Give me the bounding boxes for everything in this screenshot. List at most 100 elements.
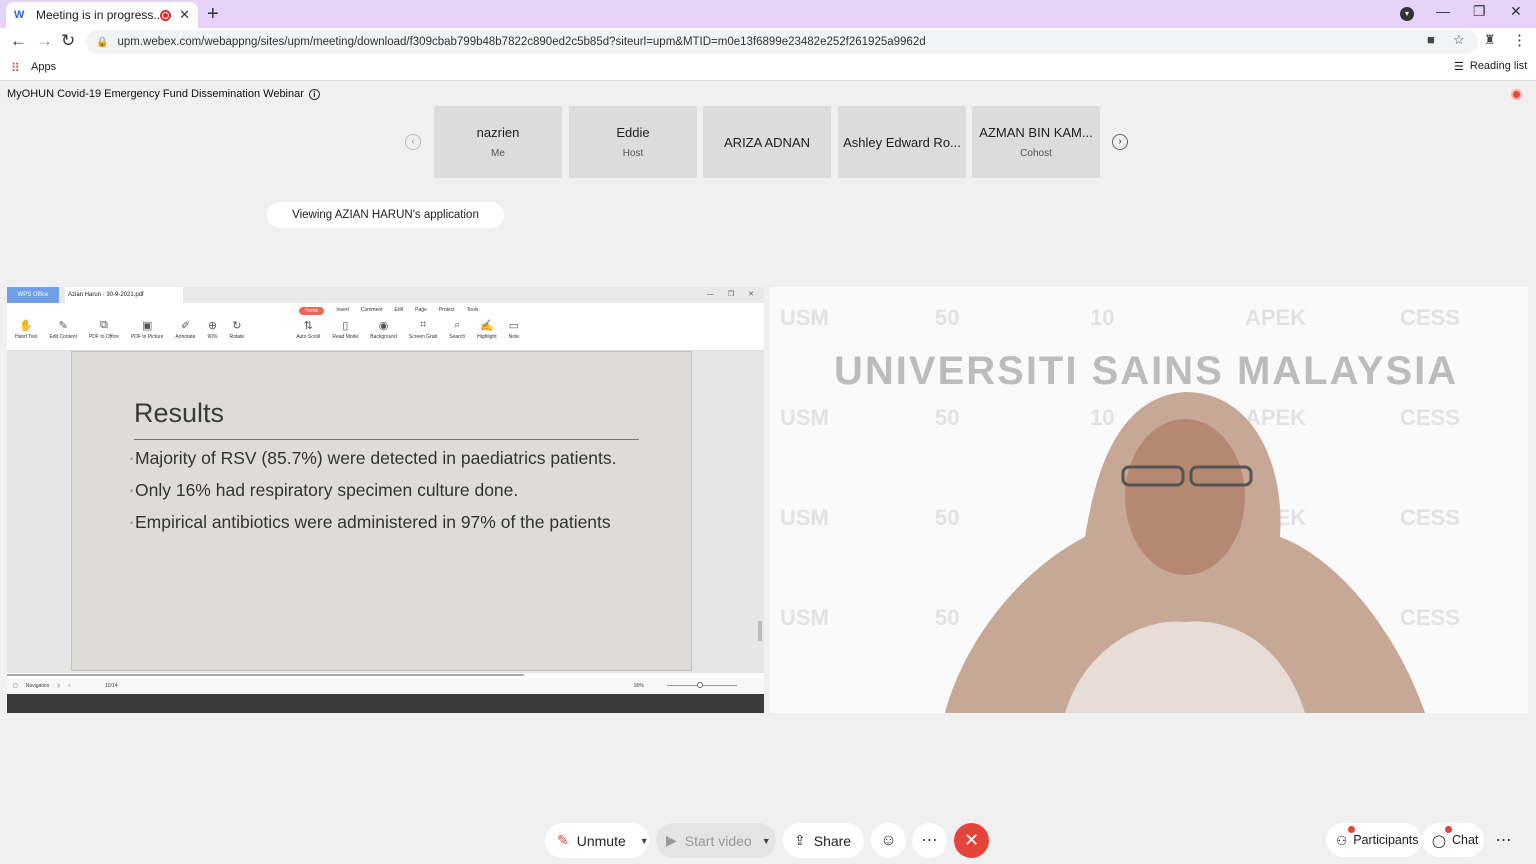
participant-name: AZMAN BIN KAM... [979, 125, 1093, 140]
participants-button[interactable]: ⚇ Participants [1326, 823, 1422, 857]
shared-screen-footer [7, 694, 764, 713]
tab-search-icon[interactable]: ▾ [1400, 7, 1414, 21]
wps-tool: ▣ PDF to Picture [131, 319, 164, 340]
bookmark-star-icon[interactable]: ☆ [1453, 32, 1465, 48]
wps-tool: ✐ Annotate [175, 319, 195, 340]
participant-tile[interactable]: nazrien Me [434, 106, 562, 178]
zoom-icon: ⊕ [207, 320, 218, 332]
pdf-page: Results • Majority of RSV (85.7%) were de… [71, 351, 692, 671]
share-icon: ⇪ [794, 832, 806, 848]
wps-tool: ↻ Rotate [229, 319, 244, 340]
apps-bookmark[interactable]: Apps [31, 61, 56, 73]
presenter-silhouette [945, 392, 1425, 713]
wps-tab-protect: Protect [438, 307, 455, 313]
wps-horizontal-scrollbar [7, 674, 524, 676]
share-button[interactable]: ⇪ Share [783, 823, 864, 858]
unmute-button[interactable]: ✎ Unmute ▼ [545, 823, 649, 858]
pdf-to-picture-icon: ▣ [141, 320, 153, 332]
participant-tile[interactable]: Eddie Host [569, 106, 697, 178]
wps-brand: WPS Office [7, 287, 59, 303]
reload-button[interactable]: ↻ [61, 31, 75, 51]
chat-button[interactable]: ◯ Chat [1422, 823, 1484, 857]
participant-tile[interactable]: AZMAN BIN KAM... Cohost [972, 106, 1100, 178]
backdrop-logo-row: USM 50 10 APEK CESS [780, 305, 1520, 331]
muted-microphone-icon: ✎ [557, 832, 569, 848]
presenter-video[interactable]: USM 50 10 APEK CESS UNIVERSITI SAINS MAL… [770, 287, 1528, 713]
slide-bullets: • Majority of RSV (85.7%) were detected i… [130, 446, 650, 542]
backdrop-logo: CESS [1400, 305, 1460, 330]
wps-tool-label: Note [508, 334, 520, 340]
video-camera-icon: ▶ [666, 832, 677, 848]
participant-name: Eddie [616, 125, 650, 140]
carousel-next-button[interactable]: › [1112, 134, 1128, 150]
shared-screen[interactable]: WPS Office Azian Harun - 30-9-2021.pdf —… [7, 287, 764, 713]
background-icon: ◉ [378, 320, 389, 332]
close-tab-icon[interactable]: ✕ [179, 7, 190, 23]
start-video-label: Start video [684, 832, 752, 849]
extension-icon[interactable]: ♜ [1484, 32, 1496, 48]
backdrop-logo: USM [780, 505, 829, 530]
chat-label: Chat [1452, 833, 1479, 847]
zoom-slider-knob [697, 682, 703, 688]
backdrop-logo: 50 [935, 305, 960, 330]
info-icon[interactable]: i [308, 88, 320, 100]
notification-dot [1348, 826, 1355, 833]
backdrop-logo: USM [780, 305, 829, 330]
chat-icon: ◯ [1432, 833, 1446, 848]
wps-tool-label: PDF to Picture [130, 334, 164, 340]
wps-statusbar: ▢ Navigation |‹ ‹ 10/14 90% [7, 678, 764, 694]
page-indicator: 10/14 [105, 683, 118, 689]
camera-icon[interactable]: ■ [1427, 32, 1435, 47]
chevron-down-icon[interactable]: ▼ [640, 836, 649, 846]
notification-icon[interactable] [1511, 89, 1522, 100]
participants-icon: ⚇ [1336, 833, 1348, 848]
recording-icon [160, 9, 172, 21]
wps-tool-label: Screen Grab [408, 334, 438, 340]
wps-tool-label: PDF to Office [88, 334, 119, 340]
wps-tool: ⧉ PDF to Office [89, 319, 119, 340]
wps-tool: ⌕ Search [449, 319, 465, 340]
leave-meeting-button[interactable]: ✕ [954, 823, 989, 858]
participant-tile[interactable]: Ashley Edward Ro... [838, 106, 966, 178]
slide-divider [134, 439, 639, 440]
address-bar[interactable]: 🔒 upm.webex.com/webappng/sites/upm/meeti… [86, 30, 1478, 54]
wps-tool: ✎ Edit Content [49, 319, 77, 340]
annotate-icon: ✐ [180, 320, 191, 332]
participant-role: Host [622, 148, 644, 159]
backdrop-logo: 10 [1090, 305, 1115, 330]
wps-tool-label: Read Mode [332, 334, 359, 340]
status-zoom: 90% [634, 683, 645, 689]
new-tab-button[interactable]: + [207, 3, 219, 26]
viewing-application-label: Viewing AZIAN HARUN's application [267, 202, 504, 228]
backdrop-logo: USM [780, 605, 829, 630]
reactions-button[interactable]: ☺ [871, 823, 906, 858]
slide-bullet: • Empirical antibiotics were administered… [130, 510, 650, 535]
carousel-prev-button[interactable]: ‹ [405, 134, 421, 150]
participant-tile[interactable]: ARIZA ADNAN [703, 106, 831, 178]
wps-tool: ✍ Highlight [477, 319, 496, 340]
reading-list-label: Reading list [1469, 60, 1528, 72]
minimize-button[interactable]: — [1436, 3, 1450, 19]
meeting-title-text: MyOHUN Covid-19 Emergency Fund Dissemina… [7, 88, 304, 100]
backdrop-logo: APEK [1245, 305, 1307, 330]
more-options-button[interactable]: ⋯ [912, 823, 947, 858]
more-panels-button[interactable]: ⋯ [1486, 823, 1521, 858]
start-video-button[interactable]: ▶ Start video ▼ [656, 823, 776, 858]
slide-bullet-text: Empirical antibiotics were administered … [135, 512, 611, 532]
participant-role: Cohost [1020, 148, 1052, 159]
browser-menu-icon[interactable]: ⋮ [1512, 31, 1527, 49]
chevron-down-icon[interactable]: ▼ [762, 836, 771, 846]
share-label: Share [813, 832, 852, 849]
wps-tab-tools: Tools [466, 307, 479, 313]
reading-list-button[interactable]: ☰ Reading list [1454, 60, 1527, 73]
restore-button[interactable]: ❐ [1473, 3, 1486, 20]
close-window-button[interactable]: ✕ [1510, 3, 1522, 20]
wps-tool-label: Rotate [229, 334, 245, 340]
slide-bullet-text: Only 16% had respiratory specimen cultur… [135, 480, 519, 500]
browser-tab[interactable]: W Meeting is in progress... ✕ [6, 2, 198, 28]
read-mode-icon: ▯ [342, 320, 349, 332]
slide-title: Results [134, 398, 225, 428]
wps-tool: ▯ Read Mode [332, 319, 358, 340]
forward-button[interactable]: → [36, 31, 53, 51]
back-button[interactable]: ← [10, 31, 27, 51]
